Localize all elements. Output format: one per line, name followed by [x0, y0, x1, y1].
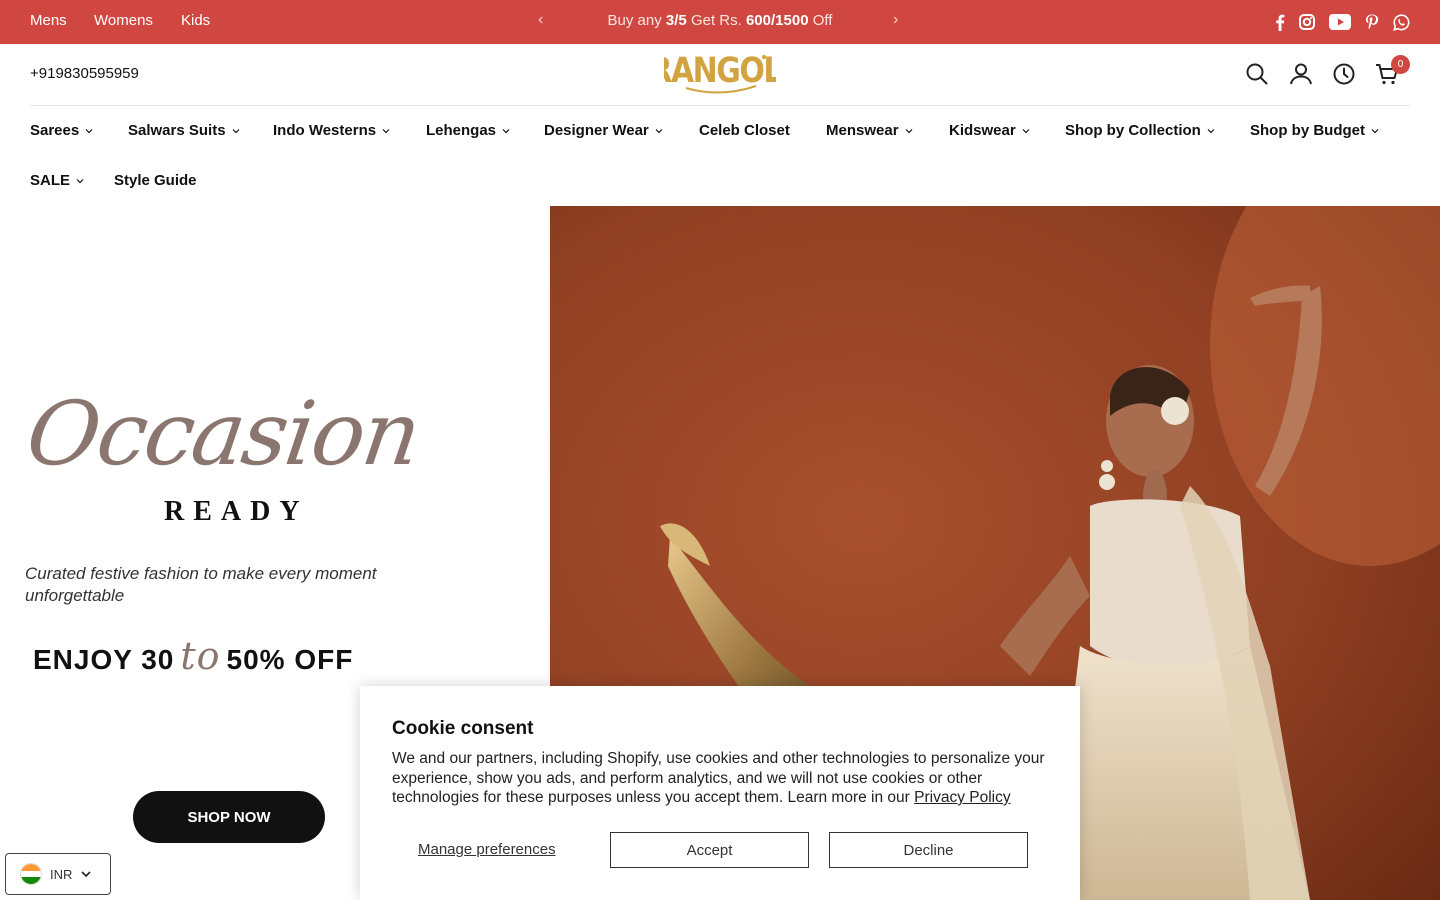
nav-item-shop-by-budget[interactable]: Shop by Budget: [1250, 122, 1379, 139]
promo-qty: 3/5: [665, 12, 687, 29]
chevron-down-icon: [655, 128, 663, 133]
chevron-down-icon: [905, 128, 912, 133]
cookie-title: Cookie consent: [392, 718, 534, 739]
cookie-consent-dialog: Cookie consent We and our partners, incl…: [360, 686, 1080, 900]
decline-button[interactable]: Decline: [829, 832, 1028, 868]
topbar-link-kids[interactable]: Kids: [181, 12, 210, 29]
rangoli-logo[interactable]: RANGOLI: [649, 50, 792, 98]
india-flag-icon: [20, 863, 42, 885]
nav-label: Shop by Collection: [1065, 122, 1201, 139]
header-divider: [30, 105, 1410, 106]
promo-suffix: Off: [808, 12, 833, 29]
privacy-policy-link[interactable]: Privacy Policy: [914, 789, 1010, 806]
hero-script-title: Occasion: [20, 382, 426, 485]
nav-item-sale[interactable]: SALE: [30, 172, 84, 189]
chevron-down-icon: [1022, 128, 1030, 133]
chevron-down-icon: [76, 178, 84, 183]
chevron-down-icon: [382, 128, 390, 133]
nav-item-kidswear[interactable]: Kidswear: [949, 122, 1030, 139]
chevron-down-icon: [85, 128, 93, 133]
promo-message: Buy any 3/5 Get Rs. 600/1500 Off: [560, 12, 880, 29]
nav-label: SALE: [30, 172, 71, 189]
nav-item-style-guide[interactable]: Style Guide: [114, 172, 197, 189]
facebook-icon[interactable]: [1270, 12, 1290, 32]
manage-preferences-link[interactable]: Manage preferences: [418, 841, 556, 858]
nav-label: Menswear: [826, 122, 899, 139]
cart-count-badge: 0: [1391, 55, 1410, 74]
promo-prefix: Buy any: [607, 12, 666, 29]
nav-label: Indo Westerns: [273, 122, 377, 139]
announcement-bar: Mens Womens Kids ‹ Buy any 3/5 Get Rs. 6…: [0, 0, 1440, 44]
nav-label: Sarees: [30, 122, 80, 139]
instagram-icon[interactable]: [1297, 12, 1317, 32]
accept-button[interactable]: Accept: [610, 832, 809, 868]
nav-item-shop-by-collection[interactable]: Shop by Collection: [1065, 122, 1215, 139]
promo-next-arrow[interactable]: ›: [893, 11, 898, 29]
search-icon[interactable]: [1244, 61, 1270, 87]
topbar-link-mens[interactable]: Mens: [30, 12, 67, 29]
currency-code: INR: [50, 866, 73, 882]
nav-label: Style Guide: [114, 172, 197, 189]
nav-item-designer-wear[interactable]: Designer Wear: [544, 122, 663, 139]
nav-item-celeb-closet[interactable]: Celeb Closet: [699, 122, 790, 139]
chevron-down-icon: [1371, 128, 1379, 133]
phone-number[interactable]: +919830595959: [30, 65, 139, 82]
hero-offer: ENJOY 30 to 50% OFF: [33, 634, 353, 678]
chevron-down-icon: [1207, 128, 1215, 133]
currency-selector[interactable]: INR: [5, 853, 111, 895]
chevron-down-icon: [232, 128, 239, 133]
offer-to: to: [180, 634, 221, 678]
offer-right: 50% OFF: [226, 644, 354, 675]
hero-subtitle: READY: [164, 496, 309, 527]
nav-label: Kidswear: [949, 122, 1016, 139]
whatsapp-icon[interactable]: [1391, 12, 1411, 32]
nav-item-lehengas[interactable]: Lehengas: [426, 122, 510, 139]
topbar-link-womens[interactable]: Womens: [94, 12, 153, 29]
promo-mid: Get Rs.: [686, 12, 746, 29]
nav-item-salwars-suits[interactable]: Salwars Suits: [128, 122, 240, 139]
nav-item-sarees[interactable]: Sarees: [30, 122, 93, 139]
nav-item-indo-westerns[interactable]: Indo Westerns: [273, 122, 390, 139]
pinterest-icon[interactable]: [1362, 12, 1382, 32]
account-icon[interactable]: [1288, 61, 1314, 87]
nav-label: Celeb Closet: [699, 122, 790, 139]
youtube-icon[interactable]: [1328, 12, 1352, 32]
promo-prev-arrow[interactable]: ‹: [538, 11, 543, 29]
nav-label: Shop by Budget: [1250, 122, 1365, 139]
chevron-down-icon: [502, 128, 510, 133]
svg-text:RANGOLI: RANGOLI: [664, 52, 776, 90]
offer-left: ENJOY 30: [33, 644, 175, 675]
promo-amount: 600/1500: [745, 12, 809, 29]
hero-tagline: Curated festive fashion to make every mo…: [25, 564, 377, 605]
nav-item-menswear[interactable]: Menswear: [826, 122, 913, 139]
recently-viewed-icon[interactable]: [1331, 61, 1357, 87]
nav-label: Salwars Suits: [128, 122, 226, 139]
nav-label: Designer Wear: [544, 122, 649, 139]
chevron-down-icon: [81, 871, 91, 878]
nav-label: Lehengas: [426, 122, 497, 139]
cookie-body: We and our partners, including Shopify, …: [392, 749, 1052, 808]
shop-now-button[interactable]: SHOP NOW: [133, 791, 325, 843]
